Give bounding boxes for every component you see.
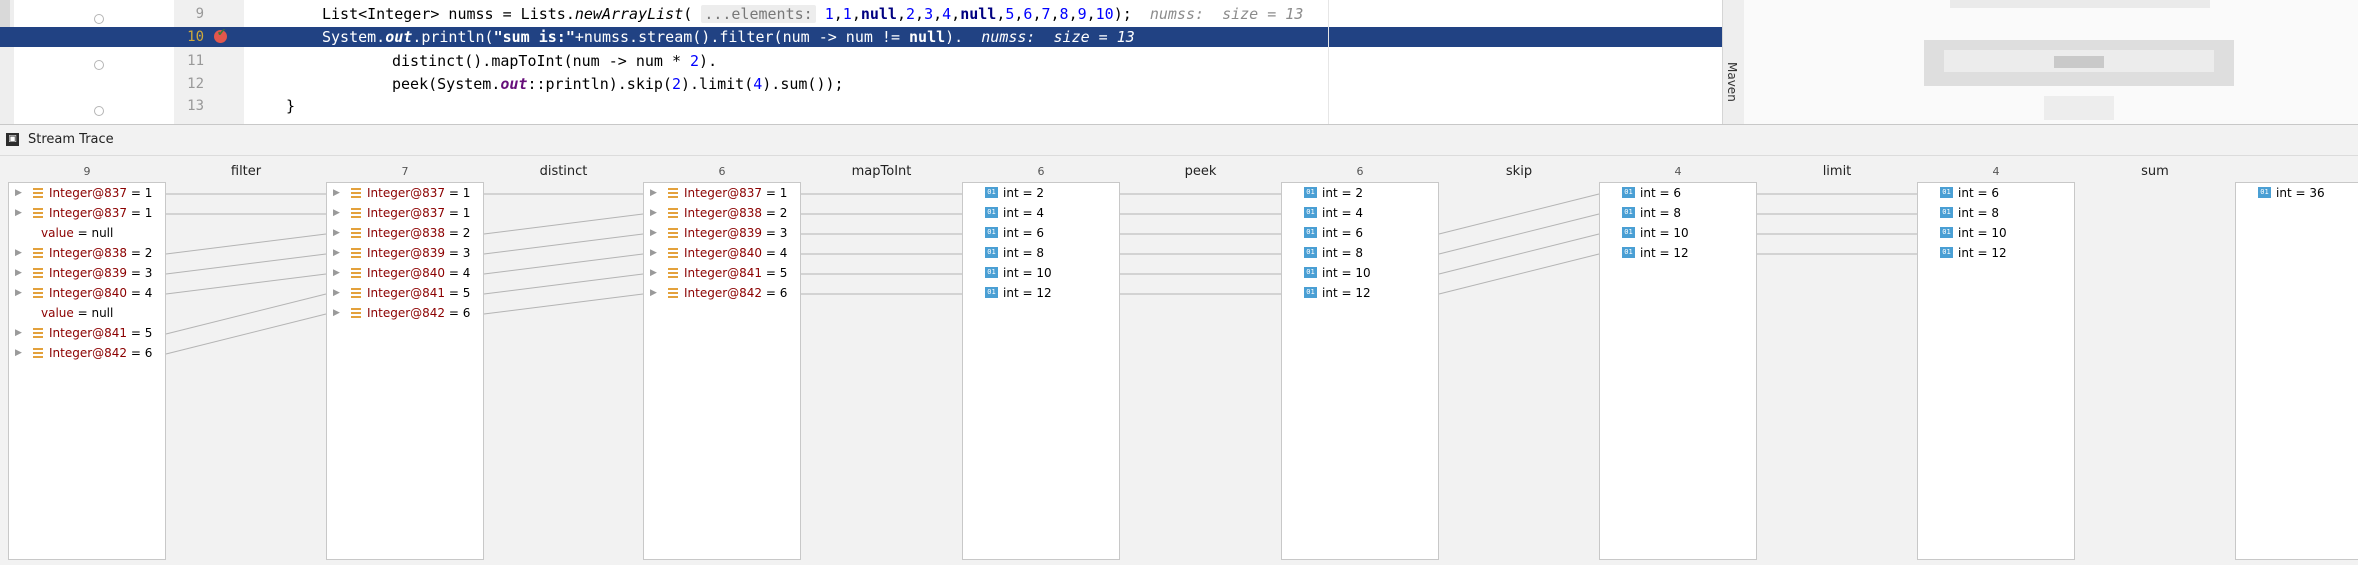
trace-link — [165, 233, 327, 255]
trace-link — [483, 293, 644, 315]
trace-link — [1438, 193, 1600, 235]
trace-link — [483, 233, 644, 255]
trace-link — [483, 273, 644, 295]
trace-link — [483, 253, 644, 275]
trace-link — [1438, 213, 1600, 255]
trace-link — [165, 313, 327, 355]
trace-link — [1438, 233, 1600, 275]
trace-link — [483, 213, 644, 235]
trace-link — [165, 273, 327, 295]
trace-link — [1438, 253, 1600, 295]
trace-link — [165, 253, 327, 275]
trace-links — [165, 193, 1917, 355]
trace-link — [165, 293, 327, 335]
